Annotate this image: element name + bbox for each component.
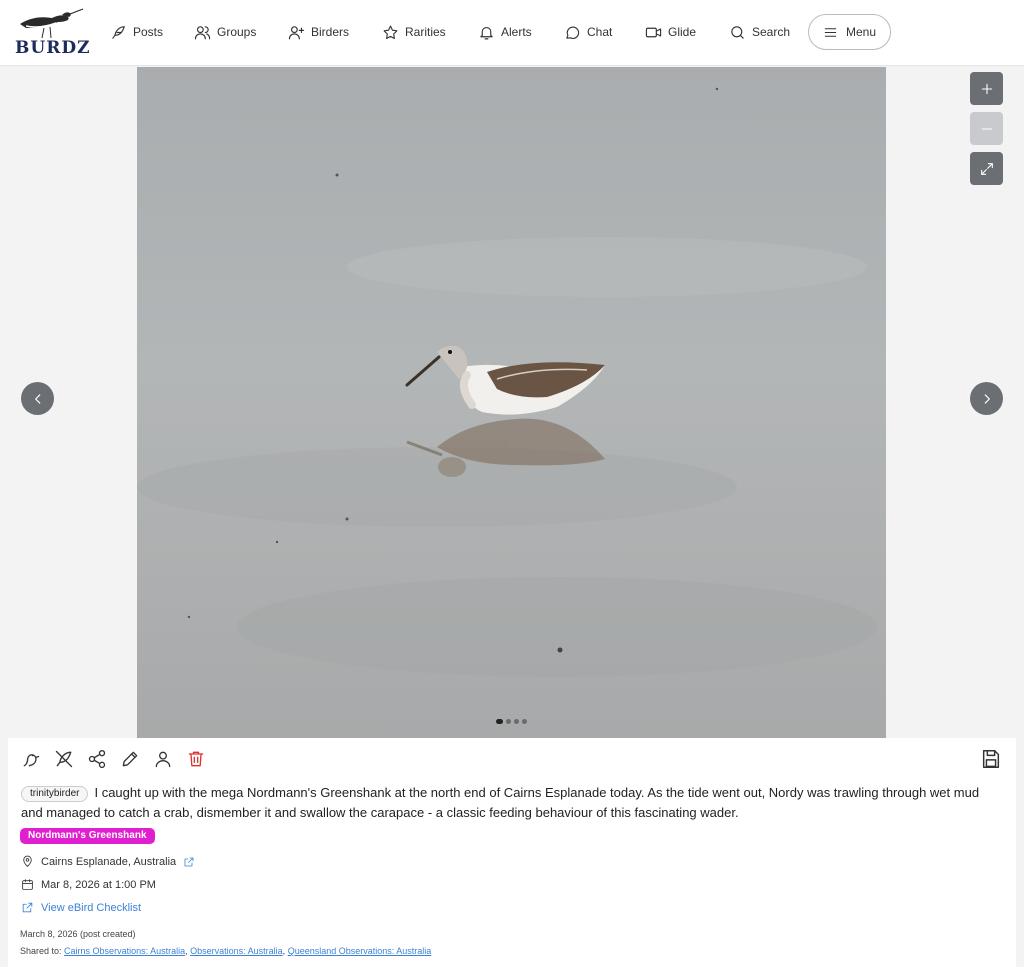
- minus-icon: [981, 127, 992, 130]
- nav-alerts[interactable]: Alerts: [478, 20, 532, 44]
- nav-label: Search: [752, 25, 791, 39]
- like-button[interactable]: [20, 748, 42, 770]
- slide-indicators: [496, 719, 527, 724]
- chevron-right-icon: [984, 393, 990, 404]
- search-icon: [731, 25, 744, 39]
- shared-group-link[interactable]: Observations: Australia: [190, 946, 283, 956]
- post-actions: [20, 748, 207, 770]
- slide-dot[interactable]: [506, 719, 511, 724]
- edit-button[interactable]: [119, 748, 141, 770]
- bell-icon: [480, 26, 493, 39]
- bird-photo[interactable]: [137, 67, 886, 738]
- nav-groups[interactable]: Groups: [194, 20, 256, 44]
- share-button[interactable]: [86, 748, 108, 770]
- ebird-link[interactable]: View eBird Checklist: [21, 901, 141, 914]
- nav-label: Rarities: [405, 25, 446, 39]
- nav-label: Birders: [311, 25, 350, 39]
- shared-label: Shared to:: [20, 946, 62, 956]
- nav-rarities[interactable]: Rarities: [382, 20, 446, 44]
- bird-logo-icon: [20, 8, 84, 39]
- top-header: BURDZ Posts Groups Birders Rarities Aler…: [0, 0, 1024, 66]
- prev-slide-button[interactable]: [21, 382, 54, 415]
- datetime-text: Mar 8, 2026 at 1:00 PM: [41, 878, 156, 891]
- nav-label: Posts: [133, 25, 164, 39]
- shared-to-row: Shared to: Cairns Observations: Australi…: [20, 946, 432, 956]
- post-text: I caught up with the mega Nordmann's Gre…: [21, 785, 980, 820]
- user-plus-icon: [288, 25, 305, 39]
- nav-glide[interactable]: Glide: [645, 20, 696, 44]
- shared-group-link[interactable]: Cairns Observations: Australia: [64, 946, 185, 956]
- fullscreen-button[interactable]: [970, 152, 1003, 185]
- share-icon: [88, 750, 106, 768]
- plus-icon: [981, 83, 992, 94]
- nav-label: Chat: [587, 25, 613, 39]
- open-location-link[interactable]: [183, 856, 195, 868]
- nav-label: Alerts: [501, 25, 532, 39]
- calendar-icon: [22, 879, 33, 890]
- expand-icon: [980, 162, 993, 175]
- menu-button[interactable]: Menu: [808, 14, 891, 50]
- chevron-left-icon: [34, 393, 40, 404]
- location-text: Cairns Esplanade, Australia: [41, 855, 177, 868]
- no-like-button[interactable]: [53, 748, 75, 770]
- chat-bubble-icon: [566, 26, 580, 39]
- nav-chat[interactable]: Chat: [564, 20, 612, 44]
- save-icon: [982, 750, 1000, 768]
- slide-dot[interactable]: [514, 719, 519, 724]
- delete-button[interactable]: [185, 748, 207, 770]
- ebird-link-text[interactable]: View eBird Checklist: [41, 902, 141, 914]
- profile-button[interactable]: [152, 748, 174, 770]
- slide-dot[interactable]: [522, 719, 527, 724]
- map-pin-icon: [23, 855, 32, 867]
- nav-posts[interactable]: Posts: [110, 20, 163, 44]
- zoom-in-button[interactable]: [970, 72, 1003, 105]
- hamburger-icon: [824, 27, 837, 37]
- feather-slash-icon: [55, 750, 73, 768]
- burdz-logo[interactable]: BURDZ: [12, 6, 89, 58]
- brand-name: BURDZ: [15, 38, 91, 58]
- shared-group-link[interactable]: Queensland Observations: Australia: [288, 946, 432, 956]
- datetime-row: Mar 8, 2026 at 1:00 PM: [21, 878, 156, 891]
- created-date: March 8, 2026 (post created): [20, 929, 136, 939]
- species-tag[interactable]: Nordmann's Greenshank: [20, 828, 155, 844]
- feather-icon: [112, 25, 125, 39]
- save-button[interactable]: [980, 748, 1002, 770]
- zoom-out-button[interactable]: [970, 112, 1003, 145]
- bird-icon: [23, 754, 40, 767]
- external-link-icon: [184, 857, 194, 866]
- trash-icon: [188, 751, 204, 767]
- external-link-icon: [22, 902, 33, 913]
- location-row: Cairns Esplanade, Australia: [21, 855, 195, 868]
- author-chip[interactable]: trinitybirder: [21, 786, 89, 802]
- users-icon: [194, 25, 211, 39]
- user-icon: [155, 751, 171, 768]
- pencil-icon: [122, 751, 138, 767]
- post-caption: trinitybirder I caught up with the mega N…: [21, 783, 1001, 823]
- photo-gallery: [8, 67, 1016, 738]
- nav-search[interactable]: Search: [729, 20, 790, 44]
- nav-birders[interactable]: Birders: [288, 20, 349, 44]
- nav-label: Groups: [217, 25, 257, 39]
- menu-label: Menu: [845, 25, 877, 39]
- next-slide-button[interactable]: [970, 382, 1003, 415]
- slide-dot[interactable]: [496, 719, 503, 724]
- star-icon: [383, 25, 398, 39]
- video-icon: [645, 27, 662, 37]
- nav-label: Glide: [668, 25, 697, 39]
- post-card: trinitybirder I caught up with the mega N…: [8, 738, 1016, 967]
